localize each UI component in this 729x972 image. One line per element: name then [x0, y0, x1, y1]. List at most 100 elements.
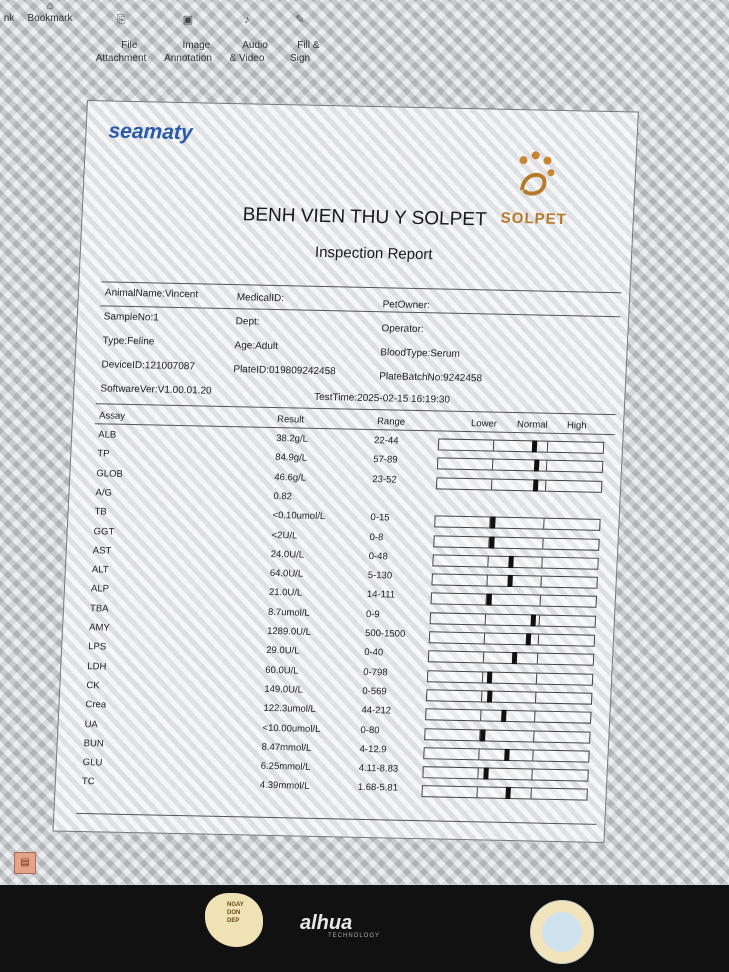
audio-icon: ♪ — [244, 14, 250, 26]
medical-id: MedicalID: — [236, 292, 285, 305]
tool-link[interactable]: nk — [0, 0, 18, 25]
range-bar — [422, 766, 589, 782]
assay-result: 4.39mmol/L — [259, 780, 310, 793]
range-marker — [490, 516, 497, 529]
tool-audio-video[interactable]: ♪ Audio & Video — [224, 0, 270, 78]
range-bar — [431, 573, 598, 589]
range-bar — [426, 669, 594, 686]
link-icon — [2, 0, 16, 12]
range-bar — [433, 534, 600, 551]
range-marker — [489, 536, 496, 549]
range-bar — [428, 631, 596, 647]
tool-fill-sign[interactable]: ✎ Fill & Sign — [278, 0, 322, 78]
assay-name: AMY — [88, 622, 110, 634]
assay-result: 8.7umol/L — [267, 606, 310, 619]
range-marker — [487, 690, 493, 703]
assay-range: 0-80 — [360, 724, 380, 736]
divider — [100, 305, 621, 318]
assay-name: LPS — [87, 641, 107, 653]
bookmark-icon: ⌂ — [46, 0, 54, 12]
assay-result: 149.0U/L — [264, 683, 304, 696]
range-marker — [526, 633, 532, 646]
taskbar-app-icon[interactable]: ▤ — [14, 852, 36, 874]
assay-result: 0.82 — [273, 490, 293, 503]
range-bar — [425, 708, 592, 724]
col-normal: Normal — [516, 419, 548, 431]
range-bar — [423, 746, 590, 763]
device-id: DeviceID:121007087 — [101, 359, 196, 373]
range-marker — [507, 575, 514, 588]
col-assay: Assay — [98, 410, 126, 422]
results-table: ALB 38.2g/L 22-44 TP 84.9g/L 57-89 GLOB 46.6g/L… — [82, 101, 638, 802]
assay-name: Crea — [85, 699, 107, 711]
assay-range: 0-48 — [368, 550, 388, 563]
assay-name: GLU — [82, 757, 103, 769]
pen-icon: ✎ — [295, 14, 305, 26]
tool-image-annotation[interactable]: ▣ Image Annotation — [158, 0, 218, 78]
pet-owner: PetOwner: — [382, 299, 431, 312]
assay-range: 14-111 — [366, 589, 396, 601]
assay-name: TC — [81, 776, 95, 788]
range-marker — [504, 748, 510, 761]
dahua-logo: alhua TECHNOLOGY — [300, 912, 381, 939]
assay-name: TP — [97, 448, 110, 460]
assay-result: <10.00umol/L — [262, 722, 321, 735]
col-range: Range — [376, 416, 406, 428]
range-bar — [424, 727, 591, 744]
assay-range: 4-12.9 — [359, 743, 387, 756]
range-marker — [483, 767, 490, 780]
range-marker — [533, 479, 539, 492]
assay-range: 57-89 — [373, 454, 398, 466]
assay-result: 84.9g/L — [275, 452, 308, 464]
assay-result: 60.0U/L — [265, 664, 299, 677]
range-bar — [429, 611, 597, 628]
range-marker — [530, 614, 536, 627]
range-marker — [534, 459, 540, 472]
range-marker — [511, 652, 518, 665]
range-bar — [432, 554, 599, 570]
tool-file-attachment[interactable]: ⎘ File Attachment — [90, 0, 152, 78]
solpet-logo-text: SOLPET — [500, 209, 568, 229]
assay-range: 0-8 — [369, 531, 384, 543]
col-lower: Lower — [470, 418, 498, 430]
range-bar — [437, 438, 605, 454]
range-bar — [435, 476, 603, 493]
assay-range: 500-1500 — [364, 627, 406, 640]
report-subtitle: Inspection Report — [314, 243, 433, 264]
assay-range: 0-798 — [362, 666, 388, 679]
operator: Operator: — [381, 323, 424, 336]
blood-type: BloodType:Serum — [380, 347, 461, 360]
divider — [76, 812, 597, 825]
assay-range: 44-212 — [361, 705, 392, 717]
assay-range: 4.11-8.83 — [358, 762, 399, 775]
assay-range: 5-130 — [367, 570, 393, 582]
assay-name: ALT — [91, 564, 109, 576]
range-bar — [430, 592, 598, 609]
assay-result: <2U/L — [271, 529, 298, 541]
range-marker — [486, 593, 493, 606]
assay-result: <0.10umol/L — [272, 510, 326, 523]
seamaty-logo: seamaty — [108, 119, 194, 145]
sticker-globe — [530, 900, 594, 964]
assay-name: TB — [94, 506, 107, 518]
assay-result: 6.25mmol/L — [260, 760, 311, 773]
animal-type: Type:Feline — [102, 335, 155, 348]
assay-result: 24.0U/L — [270, 548, 305, 561]
divider — [95, 403, 616, 416]
assay-range: 1.68-5.81 — [357, 782, 399, 795]
range-marker — [508, 555, 514, 568]
paperclip-icon: ⎘ — [116, 14, 126, 26]
col-result: Result — [276, 414, 305, 426]
pdf-toolbar: nk ⌂ Bookmark ⎘ File Attachment ▣ Image … — [0, 0, 360, 64]
assay-result: 46.6g/L — [274, 471, 307, 484]
assay-range: 0-9 — [365, 608, 380, 620]
tool-bookmark[interactable]: ⌂ Bookmark — [22, 0, 78, 25]
animal-name: AnimalName:Vincent — [104, 287, 199, 301]
range-marker — [486, 671, 493, 684]
assay-result: 122.3umol/L — [263, 703, 317, 716]
range-bar — [427, 650, 595, 667]
software-version: SoftwareVer:V1.00.01.20 — [100, 383, 212, 397]
assay-range: 0-569 — [362, 685, 387, 698]
age: Age:Adult — [234, 340, 279, 353]
solpet-paw-logo — [519, 151, 555, 196]
